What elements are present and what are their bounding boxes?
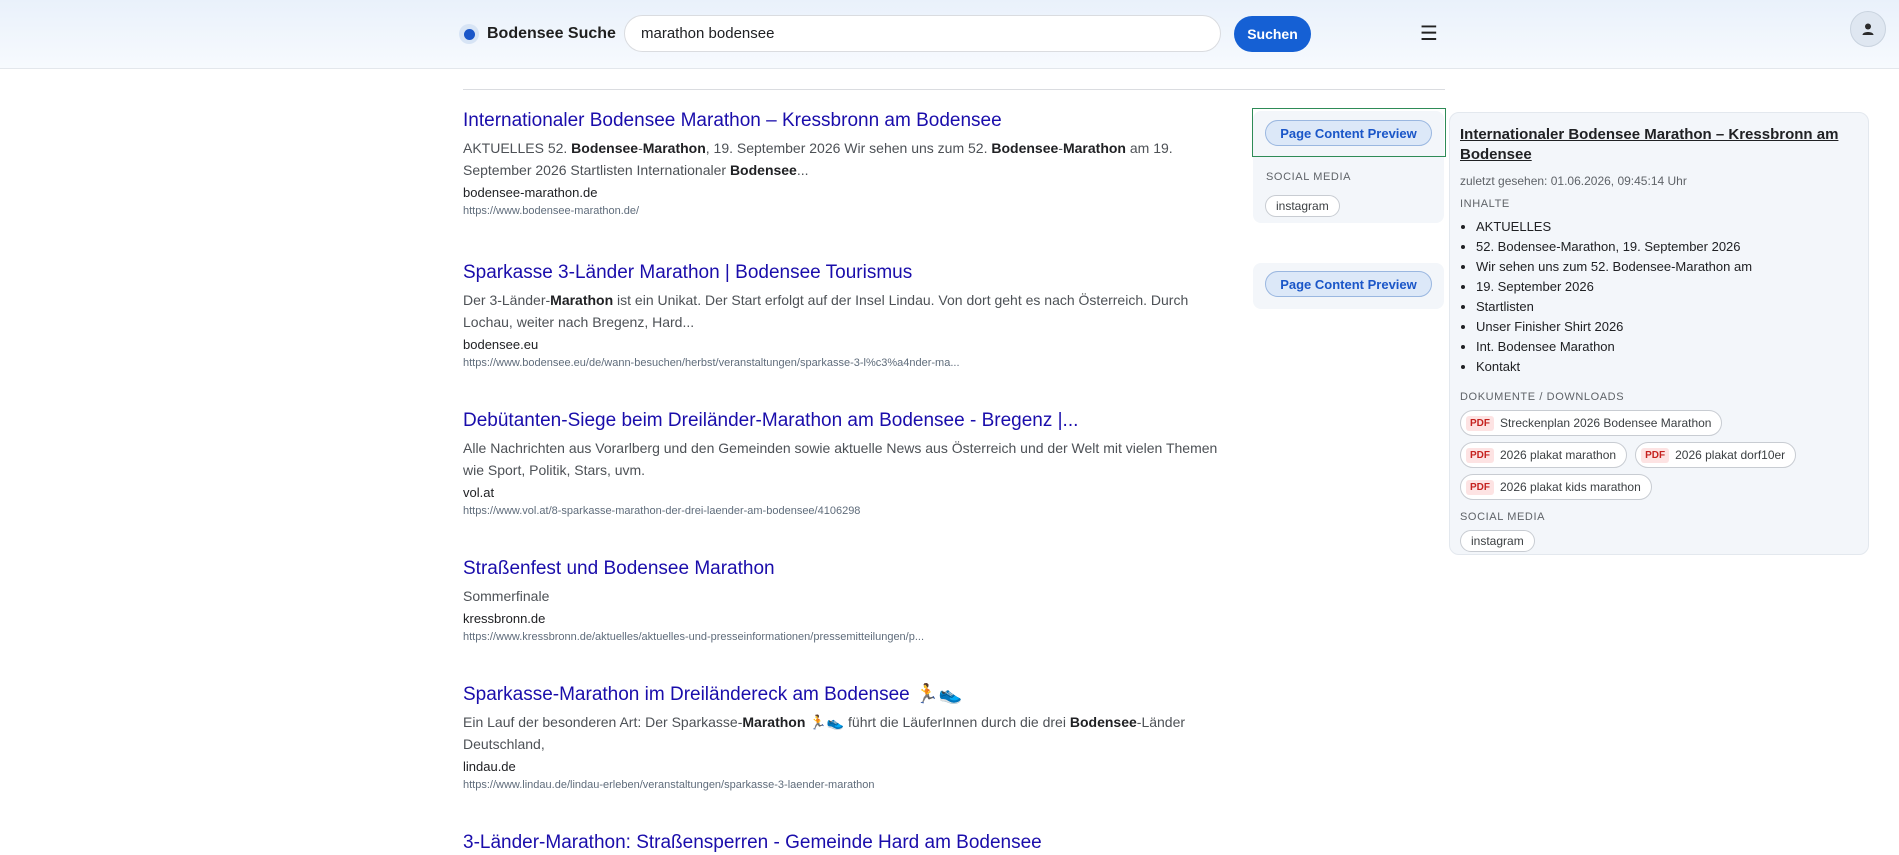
pdf-document-chip[interactable]: PDF 2026 plakat kids marathon	[1460, 474, 1652, 500]
snippet-highlight: Marathon	[1062, 140, 1126, 156]
kp-documents-label: DOKUMENTE / DOWNLOADS	[1460, 391, 1625, 403]
result-domain: bodensee.eu	[463, 337, 539, 352]
result-title-link[interactable]: Straßenfest und Bodensee Marathon	[463, 557, 1238, 581]
hamburger-menu-icon[interactable]: ☰	[1419, 24, 1439, 44]
result-title-link[interactable]: Internationaler Bodensee Marathon – Kres…	[463, 109, 1238, 133]
kp-contents-item[interactable]: 19. September 2026	[1476, 277, 1858, 297]
kp-contents-item[interactable]: AKTUELLES	[1476, 217, 1858, 237]
focus-highlight	[1252, 108, 1446, 157]
result-title-link[interactable]: 3-Länder-Marathon: Straßensperren - Geme…	[463, 831, 1238, 855]
kp-contents-item[interactable]: Kontakt	[1476, 357, 1858, 377]
result-domain: bodensee-marathon.de	[463, 185, 598, 200]
kp-contents-item[interactable]: Startlisten	[1476, 297, 1858, 317]
pdf-document-name: 2026 plakat dorf10er	[1675, 448, 1786, 462]
result-snippet: AKTUELLES 52. Bodensee-Marathon, 19. Sep…	[463, 140, 1173, 178]
search-result: Sparkasse 3-Länder Marathon | Bodensee T…	[463, 261, 1238, 371]
kp-contents-item[interactable]: Unser Finisher Shirt 2026	[1476, 317, 1858, 337]
pdf-document-name: Streckenplan 2026 Bodensee Marathon	[1500, 416, 1712, 430]
pdf-icon: PDF	[1466, 447, 1494, 463]
search-result: Debütanten-Siege beim Dreiländer-Maratho…	[463, 409, 1238, 519]
results-divider	[463, 89, 1445, 90]
result-domain: kressbronn.de	[463, 611, 546, 626]
result-url[interactable]: https://www.bodensee-marathon.de/	[463, 203, 1238, 219]
social-media-label: SOCIAL MEDIA	[1266, 171, 1352, 183]
result-title-link[interactable]: Sparkasse-Marathon im Dreiländereck am B…	[463, 683, 1238, 707]
result-snippet: Alle Nachrichten aus Vorarlberg und den …	[463, 440, 1218, 478]
search-result: Internationaler Bodensee Marathon – Kres…	[463, 109, 1238, 219]
kp-contents-item[interactable]: Wir sehen uns zum 52. Bodensee-Marathon …	[1476, 257, 1858, 277]
search-input[interactable]	[639, 24, 1206, 43]
kp-contents-item[interactable]: 52. Bodensee-Marathon, 19. September 202…	[1476, 237, 1858, 257]
pdf-document-name: 2026 plakat marathon	[1500, 448, 1617, 462]
snippet-highlight: Marathon	[550, 292, 614, 308]
search-button[interactable]: Suchen	[1234, 16, 1311, 52]
pdf-document-chip[interactable]: PDF 2026 plakat dorf10er	[1635, 442, 1797, 468]
pdf-icon: PDF	[1641, 447, 1670, 463]
kp-last-seen: zuletzt gesehen: 01.06.2026, 09:45:14 Uh…	[1460, 174, 1687, 188]
user-icon	[1862, 23, 1874, 35]
logo-text: Bodensee Suche	[487, 25, 616, 42]
pdf-document-name: 2026 plakat kids marathon	[1500, 480, 1641, 494]
result-snippet: Ein Lauf der besonderen Art: Der Sparkas…	[463, 714, 1186, 752]
site-logo[interactable]: Bodensee Suche	[459, 22, 616, 46]
kp-social-label: SOCIAL MEDIA	[1460, 511, 1546, 523]
top-header: Bodensee Suche Suchen ☰	[0, 0, 1899, 69]
search-result: Straßenfest und Bodensee Marathon Sommer…	[463, 557, 1238, 645]
search-result: Sparkasse-Marathon im Dreiländereck am B…	[463, 683, 1238, 793]
pdf-document-chip[interactable]: PDF Streckenplan 2026 Bodensee Marathon	[1460, 410, 1723, 436]
kp-contents-item[interactable]: Int. Bodensee Marathon	[1476, 337, 1858, 357]
pdf-icon: PDF	[1466, 479, 1494, 495]
logo-dot-icon	[459, 24, 479, 44]
snippet-highlight: Marathon	[642, 140, 706, 156]
page-content-preview-button[interactable]: Page Content Preview	[1265, 271, 1432, 297]
result-domain: lindau.de	[463, 759, 516, 774]
search-box[interactable]	[624, 15, 1221, 52]
kp-contents-label: INHALTE	[1460, 198, 1510, 210]
knowledge-panel: Internationaler Bodensee Marathon – Kres…	[1449, 112, 1869, 555]
snippet-highlight: Bodensee	[571, 140, 639, 156]
result-url[interactable]: https://www.kressbronn.de/aktuelles/aktu…	[463, 629, 1238, 645]
instagram-chip[interactable]: instagram	[1265, 195, 1340, 217]
result-snippet: Sommerfinale	[463, 588, 550, 604]
result-url[interactable]: https://www.vol.at/8-sparkasse-marathon-…	[463, 503, 1238, 519]
pdf-icon: PDF	[1466, 415, 1494, 431]
snippet-highlight: Bodensee	[1069, 714, 1137, 730]
kp-title-link[interactable]: Internationaler Bodensee Marathon – Kres…	[1460, 125, 1858, 165]
user-avatar[interactable]	[1850, 11, 1886, 47]
pdf-document-chip[interactable]: PDF 2026 plakat marathon	[1460, 442, 1628, 468]
result-domain: vol.at	[463, 485, 495, 500]
result-title-link[interactable]: Sparkasse 3-Länder Marathon | Bodensee T…	[463, 261, 1238, 285]
instagram-chip[interactable]: instagram	[1460, 530, 1535, 552]
result-url[interactable]: https://www.bodensee.eu/de/wann-besuchen…	[463, 355, 1238, 371]
search-result: 3-Länder-Marathon: Straßensperren - Geme…	[463, 831, 1238, 855]
result-url[interactable]: https://www.lindau.de/lindau-erleben/ver…	[463, 777, 1238, 793]
snippet-highlight: Bodensee	[729, 162, 797, 178]
result-side-panel: Page Content Preview	[1253, 263, 1444, 309]
snippet-highlight: Bodensee	[991, 140, 1059, 156]
result-title-link[interactable]: Debütanten-Siege beim Dreiländer-Maratho…	[463, 409, 1238, 433]
snippet-highlight: Marathon	[742, 714, 806, 730]
result-snippet: Der 3-Länder-Marathon ist ein Unikat. De…	[463, 292, 1189, 330]
kp-contents-list: AKTUELLES 52. Bodensee-Marathon, 19. Sep…	[1460, 217, 1858, 377]
